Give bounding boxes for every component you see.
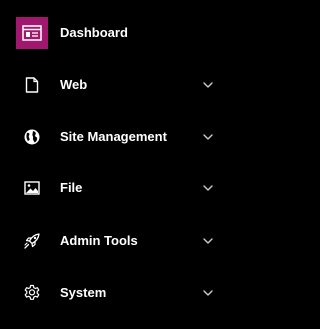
gear-icon [16, 277, 48, 309]
sidebar-item-dashboard[interactable]: Dashboard [0, 13, 240, 53]
sidebar-item-label: Dashboard [60, 25, 128, 40]
sidebar-item-label: System [60, 285, 107, 300]
chevron-down-icon[interactable] [201, 130, 215, 144]
sidebar-item-admin-tools[interactable]: Admin Tools [0, 221, 240, 261]
chevron-down-icon[interactable] [201, 286, 215, 300]
chevron-down-icon[interactable] [201, 78, 215, 92]
sidebar-item-label: File [60, 180, 83, 195]
sidebar-item-label: Web [60, 77, 88, 92]
dashboard-icon [16, 17, 48, 49]
sidebar-item-site-management[interactable]: Site Management [0, 117, 240, 157]
rocket-icon [16, 225, 48, 257]
sidebar-item-system[interactable]: System [0, 273, 240, 313]
sidebar-item-label: Site Management [60, 129, 167, 144]
sidebar-nav: Dashboard Web Site Management File Admin… [0, 0, 240, 329]
document-icon [16, 69, 48, 101]
image-icon [16, 172, 48, 204]
sidebar-item-file[interactable]: File [0, 168, 240, 208]
chevron-down-icon[interactable] [201, 234, 215, 248]
chevron-down-icon[interactable] [201, 181, 215, 195]
sidebar-item-label: Admin Tools [60, 233, 138, 248]
globe-icon [16, 121, 48, 153]
sidebar-item-web[interactable]: Web [0, 65, 240, 105]
